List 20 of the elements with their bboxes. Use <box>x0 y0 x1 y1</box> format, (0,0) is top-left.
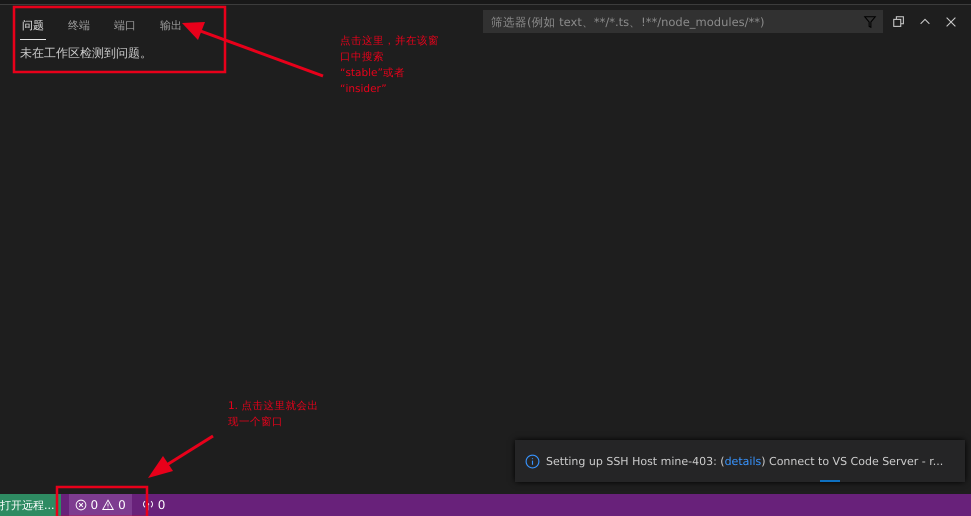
error-count: 0 <box>90 498 98 512</box>
problems-status[interactable]: 0 0 <box>68 494 132 516</box>
info-icon <box>525 454 540 468</box>
panel-tab[interactable]: 终端 <box>66 16 92 40</box>
notification-text: Setting up SSH Host mine-403: (details) Connect to VS Code Server - r... <box>546 454 944 468</box>
ports-status[interactable]: 0 <box>136 494 172 516</box>
error-icon <box>74 499 86 511</box>
problems-message: 未在工作区检测到问题。 <box>20 45 152 62</box>
warning-count: 0 <box>118 498 126 512</box>
panel-tab[interactable]: 问题 <box>20 16 46 40</box>
panel-tab[interactable]: 端口 <box>112 16 138 40</box>
arrow <box>148 434 214 478</box>
filter-field[interactable]: 筛选器(例如 text、**/*.ts、!**/node_modules/**) <box>483 10 883 33</box>
remote-status[interactable]: 打开远程... <box>0 494 60 516</box>
panel-tab[interactable]: 输出 <box>158 16 184 40</box>
annotation-text: 点击这里，并在该窗口中搜索 “stable”或者 “insider” <box>340 34 440 97</box>
busy-indicator-line <box>820 480 840 482</box>
warning-icon <box>102 499 114 511</box>
annotation-text: 1. 点击这里就会出现一个窗口 <box>228 399 320 430</box>
details-link[interactable]: details <box>724 454 762 468</box>
